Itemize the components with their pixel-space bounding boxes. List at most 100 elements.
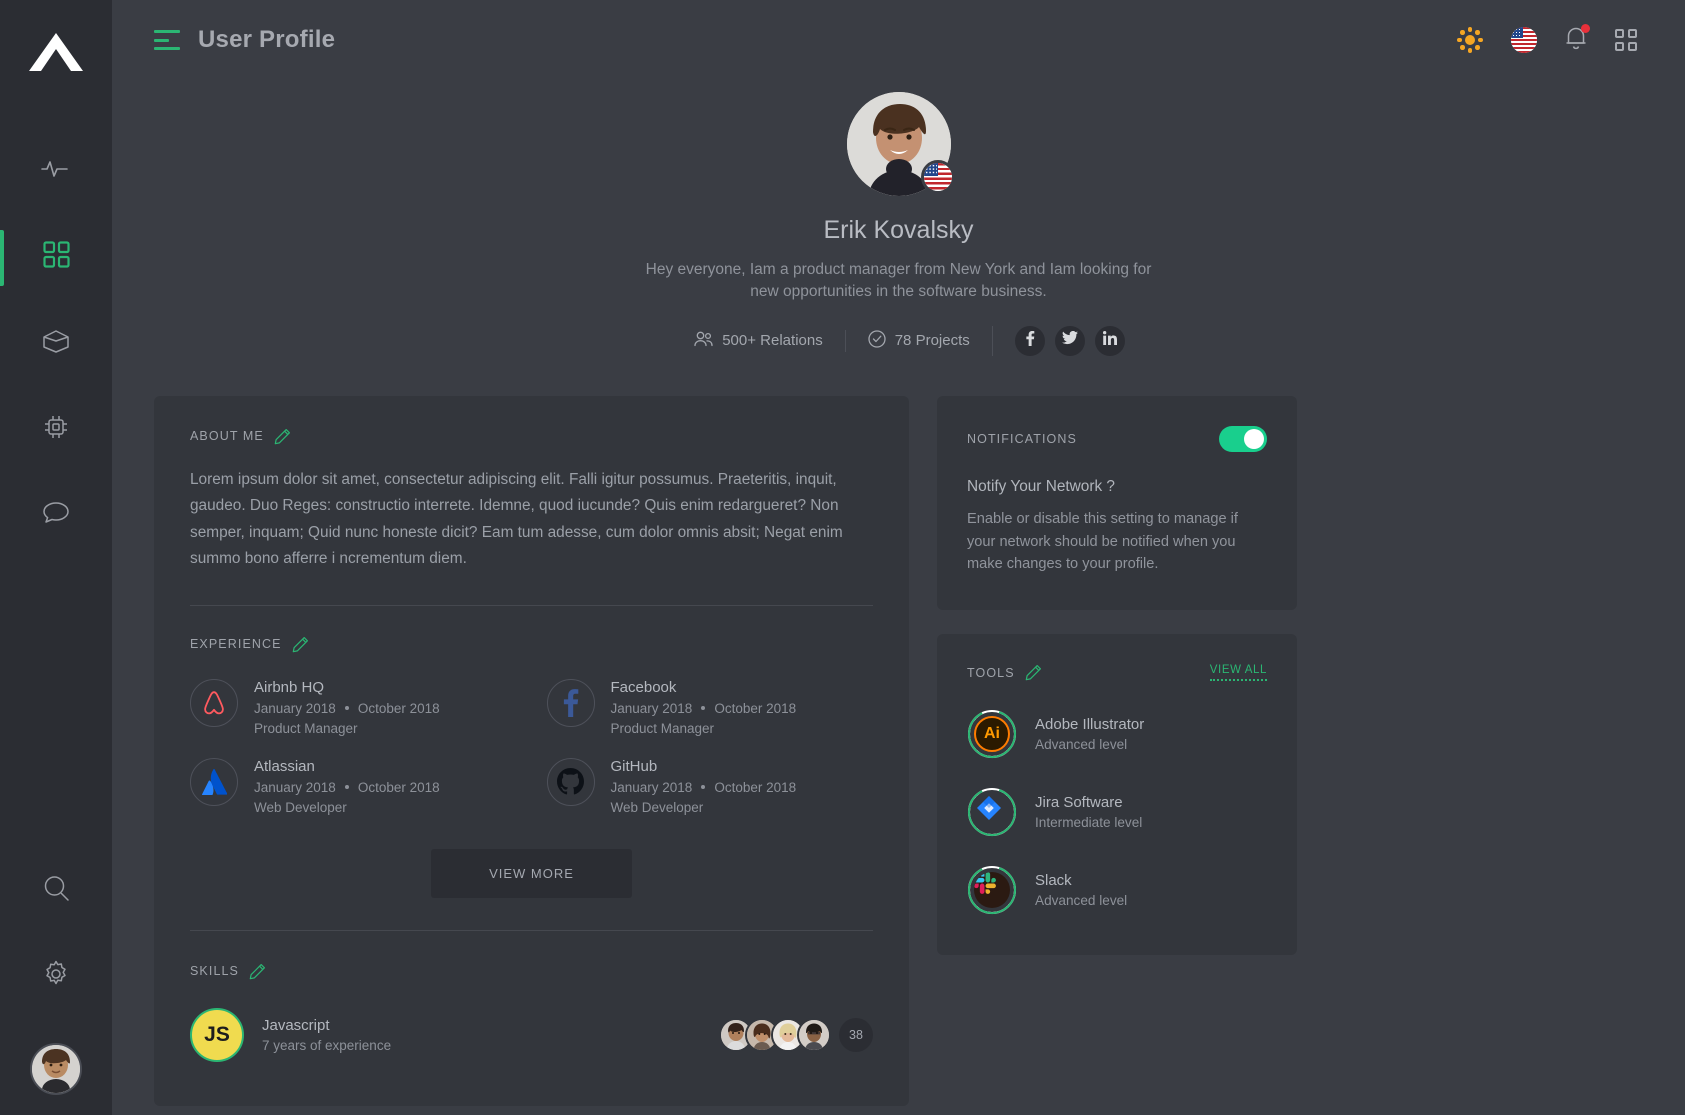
us-flag-icon: [920, 160, 955, 194]
experience-role: Product Manager: [610, 720, 715, 736]
tool-level: Advanced level: [1035, 893, 1128, 909]
sidebar-item-settings[interactable]: [0, 933, 112, 1019]
experience-item[interactable]: Airbnb HQ January 2018 October 2018 Prod…: [190, 678, 517, 736]
language-selector-button[interactable]: [1511, 27, 1537, 53]
linkedin-icon: [1102, 331, 1117, 350]
notifications-toggle[interactable]: [1219, 425, 1267, 452]
notifications-card-header: NOTIFICATIONS: [967, 425, 1267, 452]
main-area: User Profile Erik Kovalsky Hey everyone,…: [112, 0, 1685, 1115]
content-grid: ABOUT ME Lorem ipsum dolor sit amet, con…: [112, 356, 1685, 1106]
app-root: User Profile Erik Kovalsky Hey everyone,…: [0, 0, 1685, 1115]
social-links: [991, 325, 1125, 356]
pencil-edit-icon[interactable]: [274, 428, 291, 445]
pencil-edit-icon[interactable]: [292, 636, 309, 653]
experience-item[interactable]: Atlassian January 2018 October 2018 Web …: [190, 757, 517, 815]
apps-button[interactable]: [1615, 29, 1637, 51]
profile-avatar-wrapper: [846, 92, 955, 196]
sidebar-nav: [0, 128, 112, 558]
notifications-question: Notify Your Network ?: [967, 477, 1115, 495]
sun-icon: [1457, 27, 1483, 53]
pencil-edit-icon[interactable]: [249, 963, 266, 980]
chat-bubble-icon: [42, 500, 70, 531]
profile-details-card: ABOUT ME Lorem ipsum dolor sit amet, con…: [154, 395, 909, 1106]
pencil-edit-icon[interactable]: [1025, 664, 1042, 681]
experience-dates: January 2018 October 2018: [611, 701, 797, 716]
profile-header: Erik Kovalsky Hey everyone, Iam a produc…: [112, 80, 1685, 356]
chip-processor-icon: [42, 413, 70, 446]
view-all-link[interactable]: VIEW ALL: [1209, 664, 1267, 682]
divider: [190, 604, 873, 606]
us-flag-icon: [1511, 27, 1537, 53]
profile-name: Erik Kovalsky: [823, 216, 974, 244]
experience-end: October 2018: [714, 779, 797, 795]
skill-item: JS Javascript 7 years of experience 38: [190, 1007, 873, 1062]
endorser-avatar[interactable]: [797, 1017, 831, 1052]
experience-dates: January 2018 October 2018: [611, 780, 797, 795]
slack-icon: [974, 872, 1010, 909]
experience-end: October 2018: [357, 700, 440, 716]
experience-item[interactable]: GitHub January 2018 October 2018 Web Dev…: [546, 757, 874, 815]
stat-relations: 500+ Relations: [672, 331, 845, 351]
experience-end: October 2018: [714, 700, 797, 716]
tool-level: Advanced level: [1035, 737, 1128, 753]
hamburger-menu-icon[interactable]: [154, 30, 180, 50]
notifications-button[interactable]: [1565, 23, 1590, 55]
view-more-wrapper: VIEW MORE: [190, 848, 873, 898]
tool-item[interactable]: Slack Advanced level: [967, 865, 1267, 915]
experience-role: Web Developer: [254, 799, 347, 815]
triangle-logo[interactable]: [26, 22, 86, 82]
grid-apps-icon: [1615, 29, 1637, 51]
linkedin-link[interactable]: [1094, 325, 1125, 356]
facebook-icon: [546, 678, 595, 727]
experience-item[interactable]: Facebook January 2018 October 2018 Produ…: [546, 678, 874, 736]
experience-company: Facebook: [610, 678, 677, 696]
tools-card: TOOLS VIEW ALL Ai Adobe Illustrator Adva…: [937, 634, 1297, 956]
twitter-icon: [1061, 331, 1078, 350]
facebook-icon: [1022, 330, 1037, 351]
experience-section-header: EXPERIENCE: [190, 636, 873, 653]
tools-card-header: TOOLS VIEW ALL: [967, 664, 1267, 682]
cube-box-icon: [41, 328, 71, 359]
theme-toggle-button[interactable]: [1457, 27, 1483, 53]
endorser-count[interactable]: 38: [839, 1017, 873, 1052]
sidebar-item-activity[interactable]: [0, 128, 112, 214]
profile-bio: Hey everyone, Iam a product manager from…: [645, 261, 1152, 301]
github-icon: [546, 757, 595, 806]
view-more-button[interactable]: VIEW MORE: [431, 848, 632, 898]
search-icon: [42, 874, 70, 907]
tool-name: Jira Software: [1035, 794, 1123, 812]
experience-start: January 2018: [254, 700, 336, 716]
skill-detail: 7 years of experience: [262, 1037, 392, 1053]
notification-badge-dot: [1581, 23, 1590, 33]
notifications-card: NOTIFICATIONS Notify Your Network ? Enab…: [937, 395, 1297, 611]
experience-end: October 2018: [357, 779, 440, 795]
gear-icon: [42, 960, 70, 993]
toggle-knob: [1244, 428, 1264, 449]
grid-squares-icon: [42, 241, 70, 273]
tool-item[interactable]: Ai Adobe Illustrator Advanced level: [967, 709, 1267, 759]
dot-separator: [701, 706, 706, 711]
facebook-link[interactable]: [1014, 325, 1045, 356]
experience-company: GitHub: [610, 757, 658, 775]
tool-name: Slack: [1035, 872, 1072, 890]
experience-dates: January 2018 October 2018: [254, 701, 440, 716]
experience-start: January 2018: [254, 779, 336, 795]
twitter-link[interactable]: [1054, 325, 1085, 356]
experience-dates: January 2018 October 2018: [254, 780, 440, 795]
tool-name: Adobe Illustrator: [1035, 716, 1145, 734]
experience-section-title: EXPERIENCE: [190, 637, 282, 652]
sidebar-item-search[interactable]: [0, 847, 112, 933]
tool-progress-ring: Ai: [967, 709, 1017, 759]
sidebar-bottom: [0, 847, 112, 1115]
profile-stats: 500+ Relations 78 Projects: [112, 325, 1685, 356]
about-text: Lorem ipsum dolor sit amet, consectetur …: [190, 470, 843, 568]
divider: [190, 929, 873, 931]
tool-item[interactable]: Jira Software Intermediate level: [967, 787, 1267, 837]
sidebar-item-packages[interactable]: [0, 300, 112, 386]
atlassian-icon: [190, 757, 238, 806]
sidebar-item-dashboard[interactable]: [0, 214, 112, 300]
page-title: User Profile: [198, 26, 336, 53]
sidebar-item-messages[interactable]: [0, 472, 112, 558]
avatar[interactable]: [30, 1043, 82, 1095]
sidebar-item-components[interactable]: [0, 386, 112, 472]
